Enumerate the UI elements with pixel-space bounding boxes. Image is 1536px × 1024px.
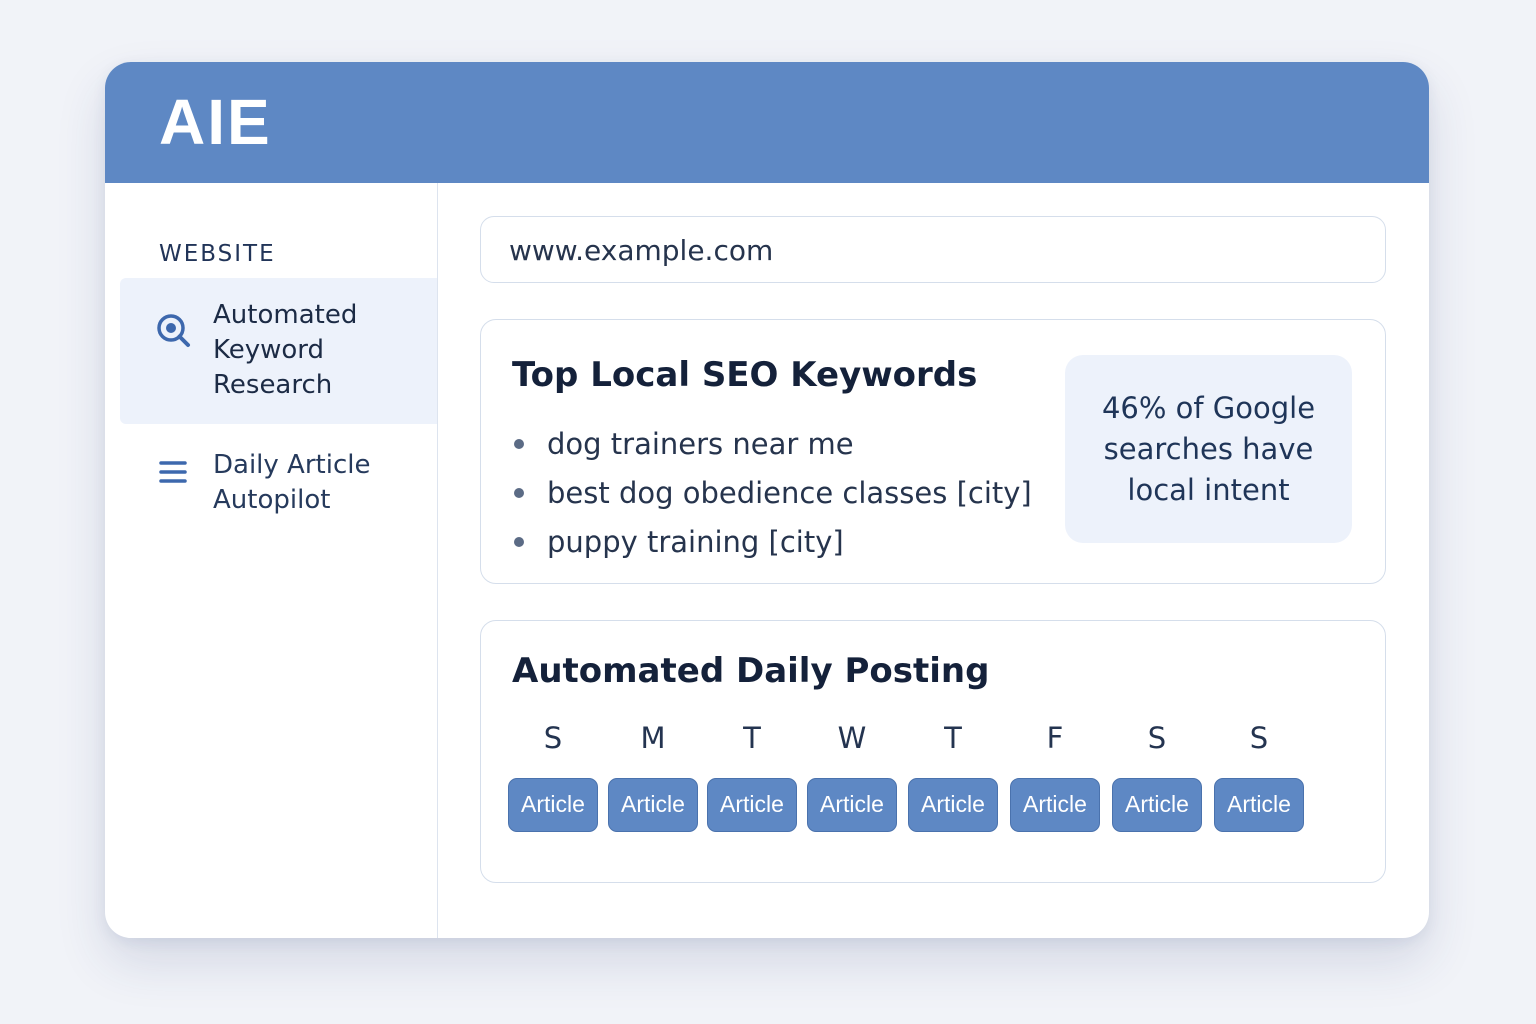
keywords-card-title: Top Local SEO Keywords (512, 355, 978, 395)
sidebar-heading: WEBSITE (159, 241, 276, 267)
keyword-text: puppy training [city] (547, 525, 844, 559)
keyword-text: best dog obedience classes [city] (547, 476, 1032, 510)
day-letter: M (640, 721, 666, 755)
day-letter: T (743, 721, 761, 755)
bullet-icon (514, 537, 524, 547)
sidebar-item-keyword-research[interactable]: Automated Keyword Research (120, 278, 437, 424)
day-letter: S (543, 721, 563, 755)
url-value: www.example.com (509, 234, 774, 267)
article-button[interactable]: Article (608, 778, 698, 832)
article-button[interactable]: Article (707, 778, 797, 832)
bullet-icon (514, 488, 524, 498)
keyword-item: dog trainers near me (512, 420, 1032, 469)
article-button[interactable]: Article (1010, 778, 1100, 832)
app-window: AIE WEBSITE Automated Keyword Research D… (105, 62, 1429, 938)
url-input[interactable]: www.example.com (480, 216, 1386, 283)
sidebar-item-label: Automated Keyword Research (213, 300, 358, 400)
keyword-item: best dog obedience classes [city] (512, 469, 1032, 518)
keywords-card: Top Local SEO Keywords dog trainers near… (480, 319, 1386, 584)
bullet-icon (514, 439, 524, 449)
sidebar-item-article-autopilot[interactable]: Daily Article Autopilot (120, 433, 437, 533)
article-button[interactable]: Article (1112, 778, 1202, 832)
keyword-text: dog trainers near me (547, 427, 854, 461)
day-column: S Article (508, 717, 598, 837)
posting-card: Automated Daily Posting S Article M Arti… (480, 620, 1386, 883)
article-button[interactable]: Article (807, 778, 897, 832)
stat-text: 46% of Google searches have local intent (1101, 391, 1316, 507)
search-target-icon (156, 313, 192, 349)
article-button[interactable]: Article (908, 778, 998, 832)
day-column: T Article (908, 717, 998, 837)
day-column: S Article (1112, 717, 1202, 837)
posting-card-title: Automated Daily Posting (512, 651, 990, 691)
day-column: W Article (807, 717, 897, 837)
article-button[interactable]: Article (508, 778, 598, 832)
day-column: M Article (608, 717, 698, 837)
day-letter: S (1249, 721, 1269, 755)
day-column: S Article (1214, 717, 1304, 837)
app-header: AIE (105, 62, 1429, 183)
week-schedule: S Article M Article T Article W Article … (508, 717, 1328, 837)
day-letter: F (1046, 721, 1064, 755)
keyword-item: puppy training [city] (512, 518, 1032, 567)
list-icon (156, 455, 192, 491)
sidebar-item-label: Daily Article Autopilot (213, 450, 371, 515)
stat-callout: 46% of Google searches have local intent (1065, 355, 1352, 543)
day-letter: W (837, 721, 867, 755)
article-button[interactable]: Article (1214, 778, 1304, 832)
day-letter: T (944, 721, 962, 755)
sidebar: WEBSITE Automated Keyword Research Daily (105, 183, 438, 938)
day-column: T Article (707, 717, 797, 837)
day-letter: S (1147, 721, 1167, 755)
keyword-list: dog trainers near me best dog obedience … (512, 420, 1032, 567)
app-logo: AIE (159, 86, 272, 158)
day-column: F Article (1010, 717, 1100, 837)
